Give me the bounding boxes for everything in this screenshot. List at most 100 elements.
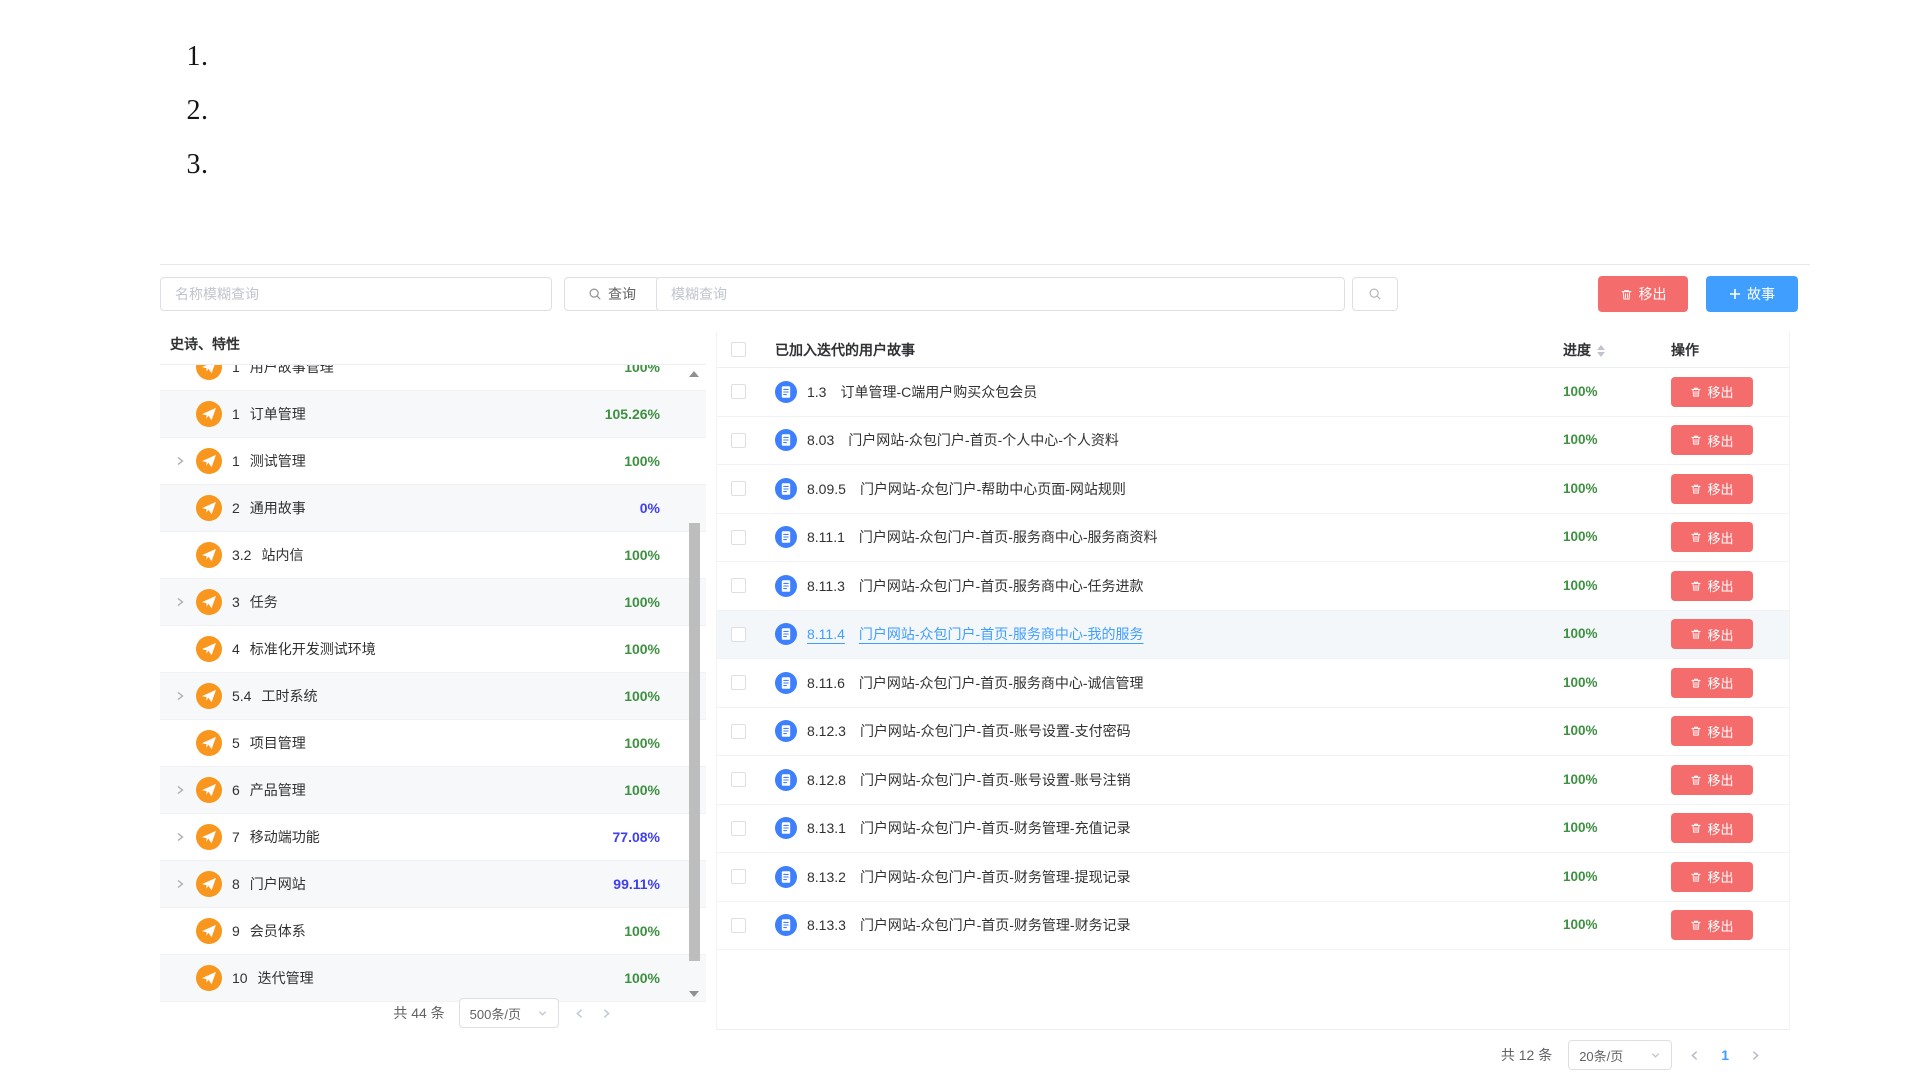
scroll-up-icon[interactable] xyxy=(688,369,700,379)
epic-row[interactable]: 3.2 站内信 100% xyxy=(160,532,706,579)
story-link[interactable]: 8.13.3门户网站-众包门户-首页-财务管理-财务记录 xyxy=(807,915,1131,935)
story-link[interactable]: 8.12.3门户网站-众包门户-首页-账号设置-支付密码 xyxy=(807,721,1131,741)
story-code: 8.11.6 xyxy=(807,675,845,691)
story-checkbox[interactable] xyxy=(731,675,746,690)
story-link[interactable]: 8.12.8门户网站-众包门户-首页-账号设置-账号注销 xyxy=(807,770,1131,790)
story-remove-button[interactable]: 移出 xyxy=(1671,619,1753,649)
story-checkbox[interactable] xyxy=(731,578,746,593)
trash-icon xyxy=(1690,434,1702,446)
story-checkbox[interactable] xyxy=(731,530,746,545)
epics-next-page-icon[interactable] xyxy=(600,1007,613,1020)
story-row[interactable]: 8.13.3门户网站-众包门户-首页-财务管理-财务记录 100% 移出 xyxy=(717,902,1789,951)
epics-page-size-select[interactable]: 500条/页 xyxy=(459,998,559,1028)
story-row[interactable]: 8.12.8门户网站-众包门户-首页-账号设置-账号注销 100% 移出 xyxy=(717,756,1789,805)
epic-progress: 100% xyxy=(624,453,660,469)
expand-chevron-icon[interactable] xyxy=(174,690,196,702)
scrollbar-thumb[interactable] xyxy=(689,523,700,961)
epic-label: 用户故事管理 xyxy=(240,365,334,377)
story-link[interactable]: 8.03门户网站-众包门户-首页-个人中心-个人资料 xyxy=(807,430,1119,450)
story-remove-button[interactable]: 移出 xyxy=(1671,910,1753,940)
stories-prev-page-icon[interactable] xyxy=(1688,1049,1701,1062)
sort-carets-icon[interactable] xyxy=(1597,345,1605,357)
epic-row[interactable]: 3 任务 100% xyxy=(160,579,706,626)
story-row[interactable]: 8.13.1门户网站-众包门户-首页-财务管理-充值记录 100% 移出 xyxy=(717,805,1789,854)
story-title: 门户网站-众包门户-首页-服务商中心-诚信管理 xyxy=(845,675,1144,691)
add-story-button[interactable]: 故事 xyxy=(1706,276,1798,312)
column-action-label: 操作 xyxy=(1671,340,1699,360)
expand-chevron-icon[interactable] xyxy=(174,596,196,608)
story-checkbox[interactable] xyxy=(731,433,746,448)
story-link[interactable]: 1.3订单管理-C端用户购买众包会员 xyxy=(807,382,1037,402)
epic-progress: 100% xyxy=(624,594,660,610)
remove-selected-button[interactable]: 移出 xyxy=(1598,276,1688,312)
epic-row[interactable]: 4 标准化开发测试环境 100% xyxy=(160,626,706,673)
story-checkbox[interactable] xyxy=(731,772,746,787)
epic-number: 10 xyxy=(232,970,248,986)
story-row[interactable]: 8.09.5门户网站-众包门户-帮助中心页面-网站规则 100% 移出 xyxy=(717,465,1789,514)
story-row[interactable]: 8.12.3门户网站-众包门户-首页-账号设置-支付密码 100% 移出 xyxy=(717,708,1789,757)
story-remove-button[interactable]: 移出 xyxy=(1671,862,1753,892)
epic-row[interactable]: 8 门户网站 99.11% xyxy=(160,861,706,908)
epic-row[interactable]: 7 移动端功能 77.08% xyxy=(160,814,706,861)
epic-row[interactable]: 6 产品管理 100% xyxy=(160,767,706,814)
story-doc-icon xyxy=(775,769,797,791)
story-checkbox[interactable] xyxy=(731,869,746,884)
story-remove-button[interactable]: 移出 xyxy=(1671,425,1753,455)
trash-icon xyxy=(1690,483,1702,495)
story-remove-button[interactable]: 移出 xyxy=(1671,813,1753,843)
epic-row[interactable]: 1 用户故事管理 100% xyxy=(160,365,706,391)
story-checkbox[interactable] xyxy=(731,918,746,933)
epic-row[interactable]: 5 项目管理 100% xyxy=(160,720,706,767)
story-remove-button[interactable]: 移出 xyxy=(1671,668,1753,698)
story-checkbox[interactable] xyxy=(731,724,746,739)
story-remove-button[interactable]: 移出 xyxy=(1671,765,1753,795)
epic-search-input[interactable] xyxy=(160,277,552,311)
epic-row[interactable]: 5.4 工时系统 100% xyxy=(160,673,706,720)
epic-label: 项目管理 xyxy=(240,733,306,753)
story-row[interactable]: 8.11.6门户网站-众包门户-首页-服务商中心-诚信管理 100% 移出 xyxy=(717,659,1789,708)
story-checkbox[interactable] xyxy=(731,821,746,836)
epics-prev-page-icon[interactable] xyxy=(573,1007,586,1020)
story-link[interactable]: 8.13.1门户网站-众包门户-首页-财务管理-充值记录 xyxy=(807,818,1131,838)
story-row[interactable]: 1.3订单管理-C端用户购买众包会员 100% 移出 xyxy=(717,368,1789,417)
expand-chevron-icon[interactable] xyxy=(174,831,196,843)
expand-chevron-icon[interactable] xyxy=(174,784,196,796)
stories-page-size-select[interactable]: 20条/页 xyxy=(1568,1040,1672,1070)
story-link[interactable]: 8.11.4门户网站-众包门户-首页-服务商中心-我的服务 xyxy=(807,624,1144,644)
story-link[interactable]: 8.11.3门户网站-众包门户-首页-服务商中心-任务进款 xyxy=(807,576,1144,596)
story-remove-button[interactable]: 移出 xyxy=(1671,716,1753,746)
story-remove-button[interactable]: 移出 xyxy=(1671,377,1753,407)
story-row[interactable]: 8.11.4门户网站-众包门户-首页-服务商中心-我的服务 100% 移出 xyxy=(717,611,1789,660)
stories-total: 共 12 条 xyxy=(1501,1045,1552,1065)
query-button[interactable]: 查询 xyxy=(564,277,660,311)
story-link[interactable]: 8.09.5门户网站-众包门户-帮助中心页面-网站规则 xyxy=(807,479,1126,499)
story-checkbox[interactable] xyxy=(731,627,746,642)
column-action: 操作 xyxy=(1659,340,1789,360)
epic-row[interactable]: 1 订单管理 105.26% xyxy=(160,391,706,438)
epic-label: 移动端功能 xyxy=(240,827,320,847)
expand-chevron-icon[interactable] xyxy=(174,455,196,467)
story-checkbox[interactable] xyxy=(731,384,746,399)
epic-row[interactable]: 9 会员体系 100% xyxy=(160,908,706,955)
story-checkbox[interactable] xyxy=(731,481,746,496)
select-all-checkbox[interactable] xyxy=(731,342,746,357)
story-row[interactable]: 8.13.2门户网站-众包门户-首页-财务管理-提现记录 100% 移出 xyxy=(717,853,1789,902)
story-link[interactable]: 8.13.2门户网站-众包门户-首页-财务管理-提现记录 xyxy=(807,867,1131,887)
stories-next-page-icon[interactable] xyxy=(1749,1049,1762,1062)
expand-chevron-icon[interactable] xyxy=(174,878,196,890)
story-remove-button[interactable]: 移出 xyxy=(1671,474,1753,504)
story-remove-button[interactable]: 移出 xyxy=(1671,522,1753,552)
story-link[interactable]: 8.11.1门户网站-众包门户-首页-服务商中心-服务商资料 xyxy=(807,527,1158,547)
story-search-button[interactable] xyxy=(1352,277,1398,311)
trash-icon xyxy=(1690,774,1702,786)
story-search-input[interactable] xyxy=(656,277,1345,311)
story-row[interactable]: 8.03门户网站-众包门户-首页-个人中心-个人资料 100% 移出 xyxy=(717,417,1789,466)
story-remove-button[interactable]: 移出 xyxy=(1671,571,1753,601)
story-row[interactable]: 8.11.3门户网站-众包门户-首页-服务商中心-任务进款 100% 移出 xyxy=(717,562,1789,611)
story-row[interactable]: 8.11.1门户网站-众包门户-首页-服务商中心-服务商资料 100% 移出 xyxy=(717,514,1789,563)
epic-row[interactable]: 2 通用故事 0% xyxy=(160,485,706,532)
story-link[interactable]: 8.11.6门户网站-众包门户-首页-服务商中心-诚信管理 xyxy=(807,673,1144,693)
epic-row[interactable]: 1 测试管理 100% xyxy=(160,438,706,485)
page-number[interactable]: 1 xyxy=(1717,1047,1733,1063)
epic-row[interactable]: 10 迭代管理 100% xyxy=(160,955,706,1002)
